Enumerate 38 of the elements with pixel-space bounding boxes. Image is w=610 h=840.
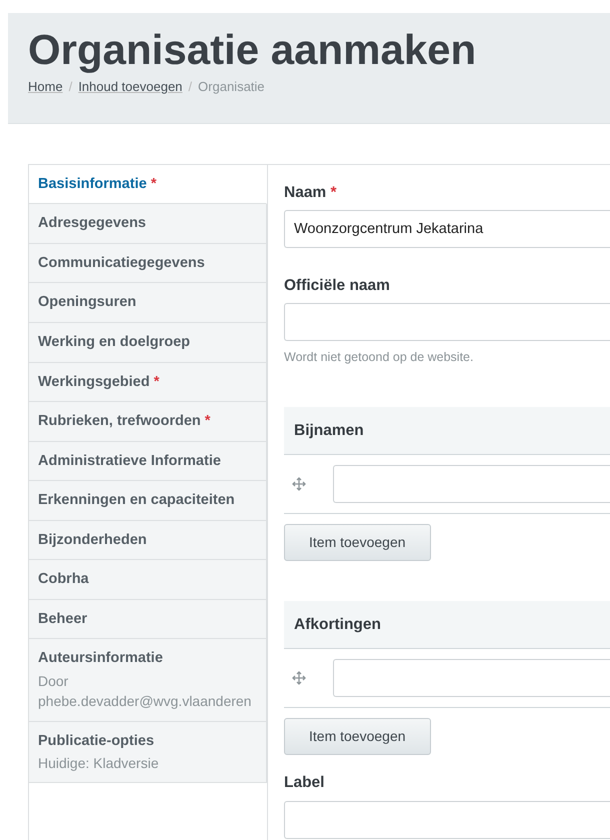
- sidebar-tab[interactable]: Publicatie-opties Huidige: Kladversie: [29, 722, 267, 784]
- breadcrumb-separator: /: [188, 79, 192, 94]
- sidebar-tab[interactable]: Adresgegevens: [29, 204, 267, 244]
- add-item-button[interactable]: Item toevoegen: [284, 524, 431, 562]
- text-field[interactable]: [284, 303, 610, 342]
- field-label: Label: [284, 773, 326, 794]
- field-description: Wordt niet getoond op de website.: [284, 349, 474, 366]
- required-mark: *: [330, 184, 337, 201]
- page-title: Organisatie aanmaken: [28, 27, 478, 74]
- sidebar-tab[interactable]: Werking en doelgroep: [29, 322, 267, 362]
- add-item-button[interactable]: Item toevoegen: [284, 718, 431, 756]
- breadcrumb-separator: /: [68, 79, 72, 94]
- sidebar-tab[interactable]: Beheer: [29, 600, 267, 640]
- sidebar-tab[interactable]: Auteursinformatie Door phebe.devadder@wvg.vlaanderen: [29, 639, 267, 722]
- text-field[interactable]: [333, 659, 610, 698]
- required-mark: *: [150, 176, 156, 192]
- breadcrumb-current: Organisatie: [198, 79, 265, 94]
- field-label: Officiële naam: [284, 276, 391, 296]
- field-label: Naam *: [284, 182, 338, 203]
- text-field[interactable]: [333, 465, 610, 504]
- sidebar-tab[interactable]: Erkenningen en capaciteiten: [29, 481, 267, 521]
- breadcrumb-link[interactable]: Home: [28, 79, 63, 94]
- text-field[interactable]: [284, 800, 610, 839]
- breadcrumb-link[interactable]: Inhoud toevoegen: [78, 79, 182, 94]
- sidebar-tab[interactable]: Bijzonderheden: [29, 520, 267, 560]
- sidebar-tab[interactable]: Werkingsgebied *: [29, 362, 267, 402]
- sidebar-tab[interactable]: Rubrieken, trefwoorden *: [29, 402, 267, 442]
- required-mark: *: [154, 374, 160, 390]
- sidebar-tab[interactable]: Cobrha: [29, 560, 267, 600]
- move-handle-icon[interactable]: [292, 671, 306, 686]
- section-heading: Afkortingen: [284, 601, 610, 650]
- text-field[interactable]: Woonzorgcentrum Jekatarina: [284, 210, 610, 248]
- required-mark: *: [204, 413, 210, 430]
- sidebar-tab[interactable]: Communicatiegegevens: [29, 244, 267, 284]
- move-handle-icon[interactable]: [292, 477, 306, 492]
- sidebar-tab[interactable]: Openingsuren: [29, 283, 267, 323]
- section-heading: Bijnamen: [284, 406, 610, 456]
- sidebar-tab[interactable]: Administratieve Informatie: [29, 442, 267, 482]
